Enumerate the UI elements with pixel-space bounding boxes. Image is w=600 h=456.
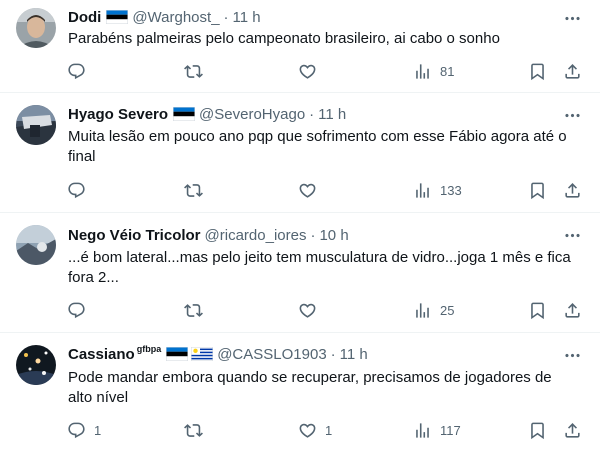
author-handle[interactable]: @Warghost_	[132, 9, 219, 26]
heart-icon	[298, 181, 317, 200]
bookmark-button[interactable]	[528, 60, 547, 82]
separator-dot: ·	[330, 345, 336, 363]
bookmark-button[interactable]	[528, 179, 547, 201]
views-chart-icon	[413, 62, 432, 81]
uruguay-flag-emoji	[191, 347, 213, 361]
bookmark-icon	[528, 301, 547, 320]
tweet-text: Muita lesão em pouco ano pqp que sofrime…	[68, 128, 567, 165]
views-button[interactable]: 133	[413, 179, 462, 201]
views-button[interactable]: 25	[413, 299, 454, 321]
tweet[interactable]: Dodi @Warghost_ · 11 h Parabéns palmeira…	[0, 0, 600, 93]
retweet-icon	[184, 301, 203, 320]
share-button[interactable]	[563, 419, 582, 441]
share-button[interactable]	[563, 60, 582, 82]
author-name[interactable]: Hyago Severo	[68, 106, 168, 123]
reply-icon	[67, 421, 86, 440]
reply-icon	[67, 301, 86, 320]
estonia-flag-emoji	[166, 347, 188, 361]
action-bar: 81	[0, 60, 600, 82]
name-superscript: gfbpa	[136, 344, 162, 354]
share-button[interactable]	[563, 179, 582, 201]
estonia-flag-emoji	[173, 107, 195, 121]
separator-dot: ·	[309, 105, 315, 123]
bookmark-button[interactable]	[528, 419, 547, 441]
separator-dot: ·	[223, 8, 229, 26]
author-handle[interactable]: @CASSLO1903	[217, 346, 326, 363]
author-handle[interactable]: @SeveroHyago	[199, 106, 305, 123]
more-options-icon[interactable]	[562, 345, 582, 365]
retweet-icon	[184, 62, 203, 81]
views-button[interactable]: 81	[413, 60, 454, 82]
avatar[interactable]	[16, 8, 56, 48]
retweet-button[interactable]	[184, 299, 211, 321]
reply-button[interactable]	[67, 299, 94, 321]
like-button[interactable]	[298, 299, 325, 321]
views-chart-icon	[413, 421, 432, 440]
share-icon	[563, 181, 582, 200]
share-icon	[563, 301, 582, 320]
heart-icon	[298, 301, 317, 320]
reply-icon	[67, 62, 86, 81]
avatar[interactable]	[16, 225, 56, 265]
timestamp[interactable]: 11 h	[318, 106, 346, 123]
timestamp[interactable]: 11 h	[233, 9, 261, 26]
reply-count: 1	[94, 422, 102, 438]
tweet-text: ...é bom lateral...mas pelo jeito tem mu…	[68, 249, 571, 286]
more-options-icon[interactable]	[562, 8, 582, 28]
like-button[interactable]	[298, 60, 325, 82]
tweet-text: Parabéns palmeiras pelo campeonato brasi…	[68, 30, 500, 47]
more-options-icon[interactable]	[562, 105, 582, 125]
bookmark-icon	[528, 181, 547, 200]
share-button[interactable]	[563, 299, 582, 321]
action-bar: 133	[0, 179, 600, 201]
heart-icon	[298, 62, 317, 81]
share-icon	[563, 62, 582, 81]
retweet-button[interactable]	[184, 60, 211, 82]
like-button[interactable]: 1	[298, 419, 332, 441]
reply-icon	[67, 181, 86, 200]
timestamp[interactable]: 10 h	[319, 227, 348, 244]
views-count: 81	[440, 63, 455, 79]
like-count: 1	[325, 422, 333, 438]
separator-dot: ·	[310, 226, 316, 244]
views-count: 25	[440, 302, 455, 318]
retweet-icon	[184, 181, 203, 200]
bookmark-icon	[528, 62, 547, 81]
author-name[interactable]: Dodi	[68, 9, 101, 26]
heart-icon	[298, 421, 317, 440]
action-bar: 1 1 117	[0, 419, 600, 441]
views-chart-icon	[413, 301, 432, 320]
retweet-button[interactable]	[184, 179, 211, 201]
author-handle[interactable]: @ricardo_iores	[205, 227, 307, 244]
action-bar: 25	[0, 299, 600, 321]
avatar[interactable]	[16, 105, 56, 145]
reply-button[interactable]	[67, 179, 94, 201]
tweet-text: Pode mandar embora quando se recuperar, …	[68, 369, 552, 406]
retweet-button[interactable]	[184, 419, 211, 441]
more-options-icon[interactable]	[562, 225, 582, 245]
bookmark-button[interactable]	[528, 299, 547, 321]
bookmark-icon	[528, 421, 547, 440]
share-icon	[563, 421, 582, 440]
tweet[interactable]: Nego Véio Tricolor @ricardo_iores · 10 h…	[0, 213, 600, 333]
tweet[interactable]: Cassiano gfbpa @CASSLO1903 · 11 h Pode m…	[0, 333, 600, 456]
author-name[interactable]: Cassiano	[68, 346, 135, 363]
tweet[interactable]: Hyago Severo @SeveroHyago · 11 h Muita l…	[0, 93, 600, 213]
retweet-icon	[184, 421, 203, 440]
reply-button[interactable]	[67, 60, 94, 82]
avatar[interactable]	[16, 345, 56, 385]
views-count: 133	[440, 182, 462, 198]
estonia-flag-emoji	[106, 10, 128, 24]
views-button[interactable]: 117	[413, 419, 461, 441]
like-button[interactable]	[298, 179, 325, 201]
timestamp[interactable]: 11 h	[340, 346, 368, 363]
author-name[interactable]: Nego Véio Tricolor	[68, 227, 201, 244]
views-count: 117	[440, 422, 461, 438]
views-chart-icon	[413, 181, 432, 200]
reply-button[interactable]: 1	[67, 419, 101, 441]
